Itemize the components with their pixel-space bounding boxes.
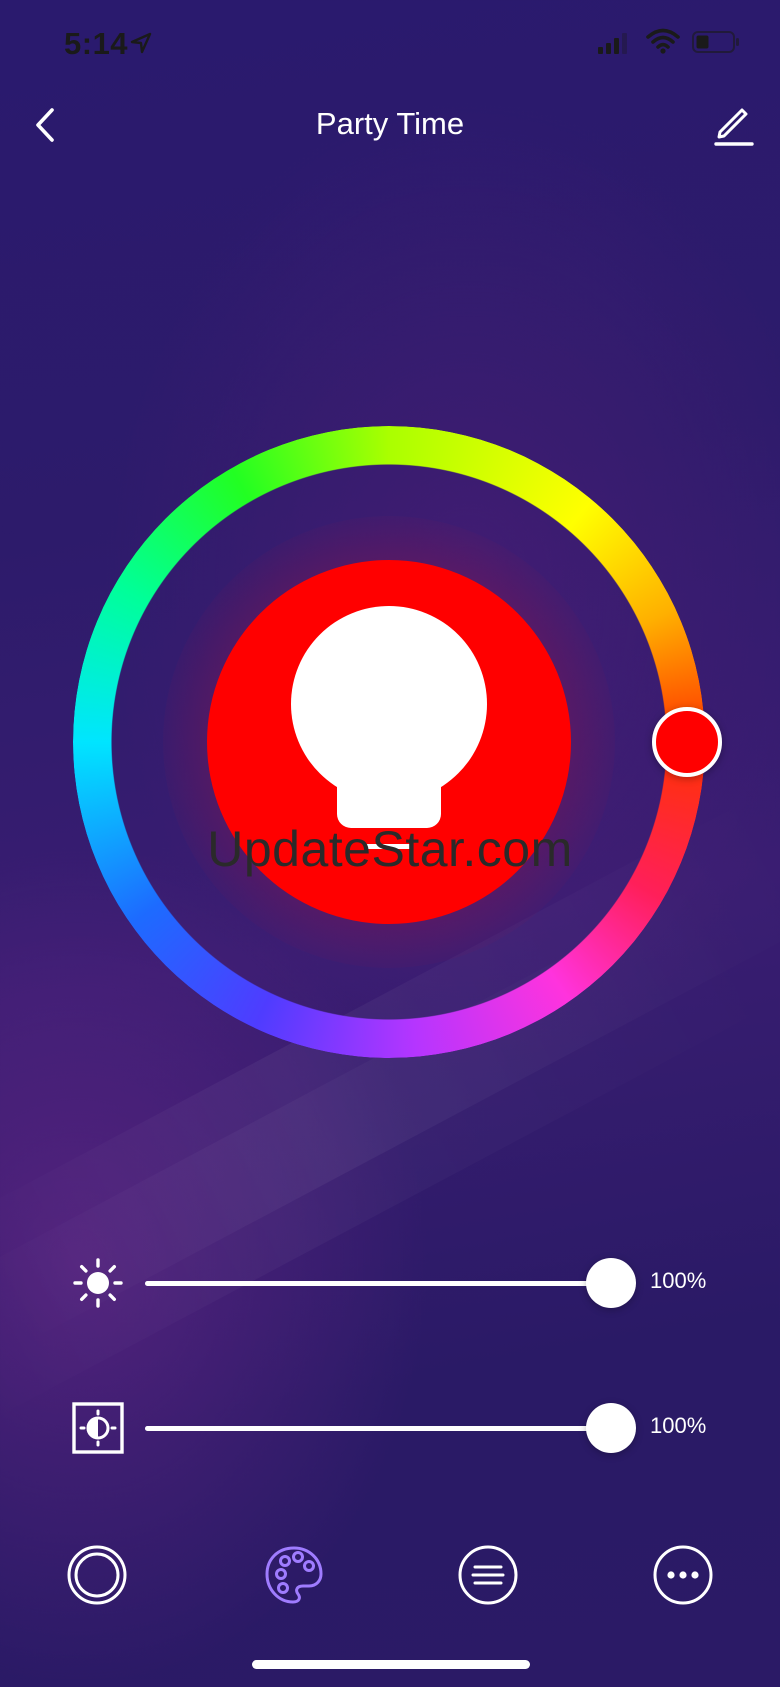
list-icon [458, 1545, 518, 1605]
status-time: 5:14 [64, 26, 129, 61]
hue-handle[interactable] [652, 707, 722, 777]
contrast-slider-thumb[interactable] [586, 1403, 636, 1453]
wifi-icon [646, 28, 680, 54]
color-wheel[interactable] [73, 426, 722, 1058]
tab-circle[interactable] [66, 1544, 128, 1606]
circle-icon [67, 1545, 127, 1605]
battery-icon [692, 31, 739, 53]
contrast-icon [72, 1402, 124, 1454]
home-indicator[interactable] [252, 1660, 530, 1669]
brightness-slider-thumb[interactable] [586, 1258, 636, 1308]
brightness-slider-fill [145, 1281, 611, 1286]
brightness-value: 100% [650, 1268, 707, 1293]
signal-icon [598, 33, 627, 54]
brightness-slider[interactable] [145, 1258, 636, 1308]
page-title: Party Time [315, 106, 465, 141]
edit-button[interactable] [710, 100, 758, 148]
brightness-slider-row: 100% [0, 1248, 780, 1318]
contrast-slider-row: 100% [0, 1393, 780, 1463]
location-arrow-icon [130, 32, 152, 54]
pencil-icon [714, 108, 754, 146]
tab-list[interactable] [457, 1544, 519, 1606]
bulb-preview[interactable] [207, 560, 571, 924]
tab-palette[interactable] [263, 1544, 325, 1606]
tab-more[interactable] [652, 1544, 714, 1606]
palette-icon [265, 1546, 323, 1604]
contrast-value: 100% [650, 1413, 707, 1438]
tab-bar [0, 1530, 780, 1620]
contrast-slider[interactable] [145, 1403, 636, 1453]
light-bulb-icon [291, 606, 487, 849]
contrast-slider-fill [145, 1426, 611, 1431]
sun-icon [73, 1258, 123, 1308]
status-bar: 5:14 [0, 0, 780, 90]
more-icon [653, 1545, 713, 1605]
